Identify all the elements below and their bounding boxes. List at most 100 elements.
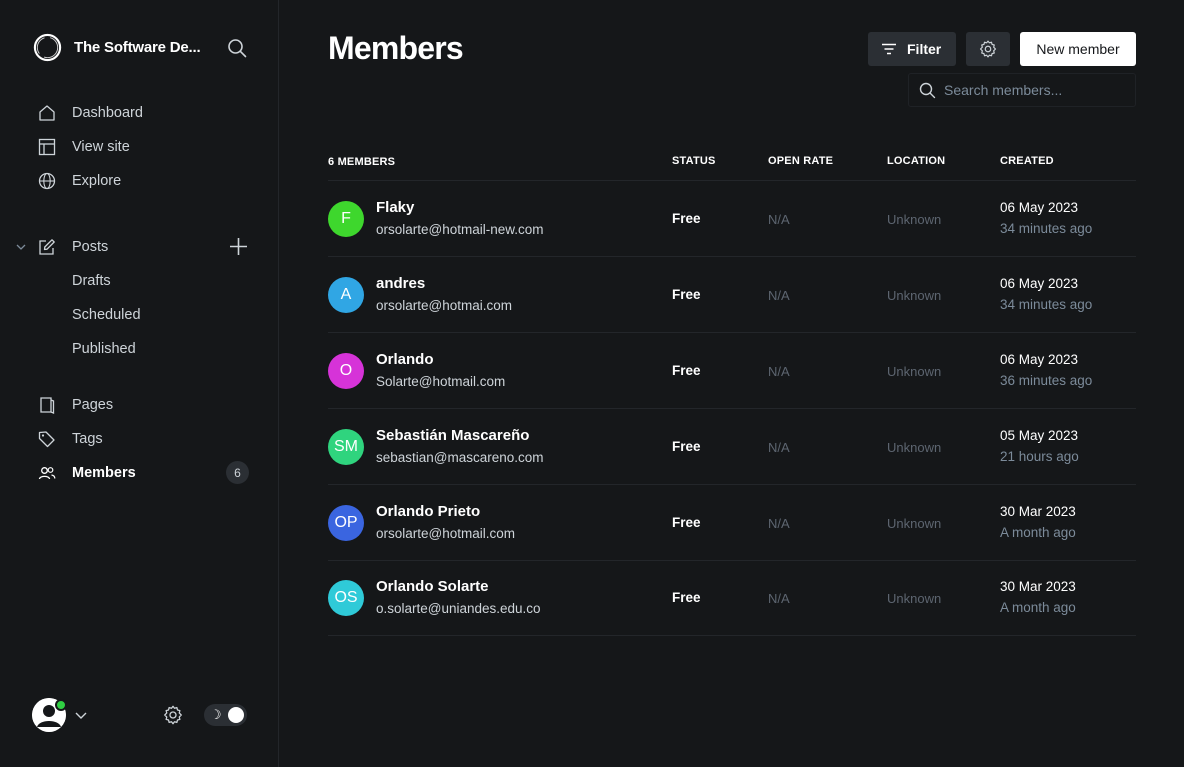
member-location: Unknown	[887, 591, 942, 606]
member-open-rate: N/A	[768, 364, 790, 379]
site-title: The Software De...	[74, 39, 201, 56]
member-created-date: 06 May 2023	[1000, 276, 1079, 291]
nav-drafts[interactable]: Drafts	[72, 264, 111, 298]
member-open-rate: N/A	[768, 516, 790, 531]
member-location: Unknown	[887, 212, 942, 227]
member-email: orsolarte@hotmail.com	[376, 526, 516, 541]
member-name: Sebastián Mascareño	[376, 427, 530, 444]
member-name: Flaky	[376, 199, 415, 216]
members-settings-button[interactable]	[966, 32, 1010, 66]
member-status: Free	[672, 363, 701, 378]
col-location: LOCATION	[887, 155, 946, 167]
nav-scheduled[interactable]: Scheduled	[72, 298, 141, 332]
member-search[interactable]	[908, 73, 1136, 107]
search-icon[interactable]	[226, 37, 248, 59]
nav-pages[interactable]: Pages	[38, 388, 113, 422]
col-members: 6 MEMBERS	[328, 156, 396, 168]
member-name: andres	[376, 275, 426, 292]
nav-explore-label: Explore	[72, 173, 122, 189]
table-row[interactable]: OP Orlando Prieto orsolarte@hotmail.com …	[328, 485, 1136, 561]
table-row[interactable]: O Orlando Solarte@hotmail.com Free N/A U…	[328, 333, 1136, 409]
member-email: o.solarte@uniandes.edu.co	[376, 601, 541, 616]
filter-button-label: Filter	[907, 41, 942, 57]
member-status: Free	[672, 287, 701, 302]
member-status: Free	[672, 515, 701, 530]
brand[interactable]: The Software De...	[32, 32, 201, 63]
member-email: orsolarte@hotmai.com	[376, 298, 513, 313]
member-created-ago: 36 minutes ago	[1000, 373, 1093, 388]
nav-dashboard[interactable]: Dashboard	[38, 96, 143, 130]
member-created-ago: 34 minutes ago	[1000, 297, 1093, 312]
member-status: Free	[672, 211, 701, 226]
home-icon	[39, 105, 55, 121]
members-count-badge: 6	[226, 461, 249, 484]
theme-toggle[interactable]: ☽	[204, 704, 247, 726]
table-row[interactable]: SM Sebastián Mascareño sebastian@mascare…	[328, 409, 1136, 485]
member-created-date: 05 May 2023	[1000, 428, 1079, 443]
col-status: STATUS	[672, 155, 716, 167]
member-name: Orlando Prieto	[376, 503, 481, 520]
site-logo-icon	[33, 33, 62, 62]
member-avatar: O	[328, 353, 364, 389]
search-input[interactable]	[944, 82, 1124, 98]
member-created-ago: A month ago	[1000, 525, 1076, 540]
toggle-knob	[228, 707, 244, 723]
nav-pages-label: Pages	[72, 397, 114, 413]
nav-published[interactable]: Published	[72, 332, 136, 366]
member-avatar: F	[328, 201, 364, 237]
nav-tags-label: Tags	[72, 431, 103, 447]
member-status: Free	[672, 590, 701, 605]
member-open-rate: N/A	[768, 288, 790, 303]
nav-posts[interactable]: Posts	[38, 230, 108, 264]
member-avatar: SM	[328, 429, 364, 465]
plus-icon[interactable]	[229, 237, 248, 256]
table-row[interactable]: OS Orlando Solarte o.solarte@uniandes.ed…	[328, 560, 1136, 636]
members-table-header: 6 MEMBERS STATUS OPEN RATE LOCATION CREA…	[328, 152, 1136, 181]
members-icon	[38, 467, 56, 480]
member-status: Free	[672, 439, 701, 454]
member-location: Unknown	[887, 364, 942, 379]
new-member-button[interactable]: New member	[1020, 32, 1136, 66]
nav-explore[interactable]: Explore	[38, 164, 121, 198]
globe-icon	[38, 172, 56, 190]
nav-view-site[interactable]: View site	[38, 130, 130, 164]
filter-icon	[882, 43, 896, 55]
member-created-date: 30 Mar 2023	[1000, 579, 1076, 594]
edit-icon	[39, 239, 55, 255]
layout-icon	[38, 138, 56, 156]
member-name: Orlando Solarte	[376, 578, 489, 595]
table-row[interactable]: A andres orsolarte@hotmai.com Free N/A U…	[328, 257, 1136, 333]
settings-gear-icon[interactable]	[162, 704, 184, 726]
member-avatar: OP	[328, 505, 364, 541]
gear-icon	[979, 40, 997, 58]
member-email: orsolarte@hotmail-new.com	[376, 222, 544, 237]
member-name: Orlando	[376, 351, 434, 368]
chevron-down-icon[interactable]	[14, 240, 28, 254]
member-created-date: 06 May 2023	[1000, 200, 1079, 215]
moon-icon: ☽	[210, 707, 222, 722]
member-open-rate: N/A	[768, 212, 790, 227]
chevron-down-icon[interactable]	[74, 708, 88, 722]
member-created-ago: A month ago	[1000, 600, 1076, 615]
member-location: Unknown	[887, 288, 942, 303]
nav-tags[interactable]: Tags	[38, 422, 103, 456]
nav-members[interactable]: Members	[38, 456, 136, 490]
member-open-rate: N/A	[768, 440, 790, 455]
page-title: Members	[328, 30, 464, 66]
online-status-dot	[55, 699, 67, 711]
col-open-rate: OPEN RATE	[768, 155, 834, 167]
member-avatar: OS	[328, 580, 364, 616]
filter-button[interactable]: Filter	[868, 32, 956, 66]
member-email: sebastian@mascareno.com	[376, 450, 544, 465]
sidebar: The Software De... Dashboard View site E…	[0, 0, 279, 767]
table-row[interactable]: F Flaky orsolarte@hotmail-new.com Free N…	[328, 181, 1136, 257]
member-avatar: A	[328, 277, 364, 313]
member-location: Unknown	[887, 440, 942, 455]
member-created-date: 30 Mar 2023	[1000, 504, 1076, 519]
nav-view-site-label: View site	[72, 139, 130, 155]
nav-posts-label: Posts	[72, 239, 109, 255]
member-created-date: 06 May 2023	[1000, 352, 1079, 367]
member-location: Unknown	[887, 516, 942, 531]
search-icon	[919, 82, 936, 98]
nav-dashboard-label: Dashboard	[72, 105, 143, 121]
